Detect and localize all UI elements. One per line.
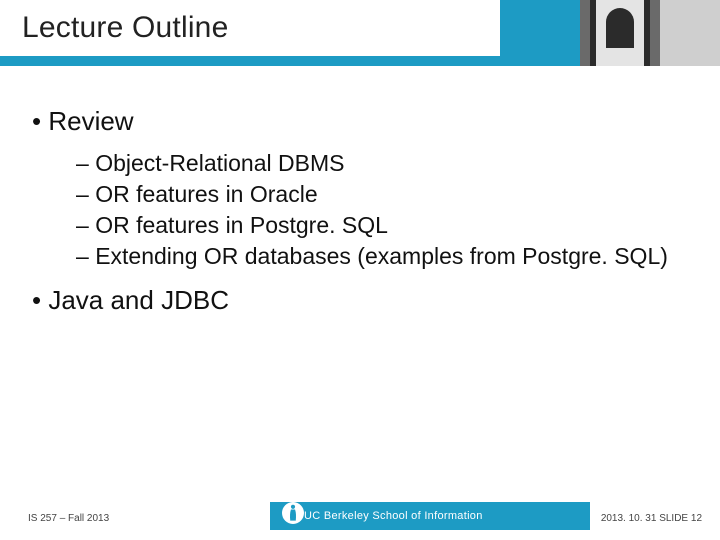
- footer-center-text: UC Berkeley School of Information: [304, 510, 483, 522]
- title-underline: [0, 56, 500, 66]
- ischool-logo-icon: [282, 502, 304, 524]
- sub-bullets: Object-Relational DBMS OR features in Or…: [76, 148, 688, 272]
- title-box: Lecture Outline: [0, 0, 500, 56]
- sub-postgres: OR features in Postgre. SQL: [76, 210, 688, 241]
- sub-ordbms: Object-Relational DBMS: [76, 148, 688, 179]
- header-image: [580, 0, 720, 66]
- sub-extending: Extending OR databases (examples from Po…: [76, 241, 688, 272]
- footer-center: UC Berkeley School of Information: [270, 502, 590, 530]
- footer-right: 2013. 10. 31 SLIDE 12: [601, 513, 702, 524]
- bullet-review: Review: [32, 105, 688, 138]
- sub-oracle: OR features in Oracle: [76, 179, 688, 210]
- footer: IS 257 – Fall 2013 UC Berkeley School of…: [0, 498, 720, 530]
- footer-left: IS 257 – Fall 2013: [28, 513, 109, 524]
- slide-title: Lecture Outline: [22, 11, 228, 45]
- bullet-java-jdbc: Java and JDBC: [32, 284, 688, 317]
- slide: Lecture Outline Review Object-Relational…: [0, 0, 720, 540]
- slide-body: Review Object-Relational DBMS OR feature…: [32, 95, 688, 326]
